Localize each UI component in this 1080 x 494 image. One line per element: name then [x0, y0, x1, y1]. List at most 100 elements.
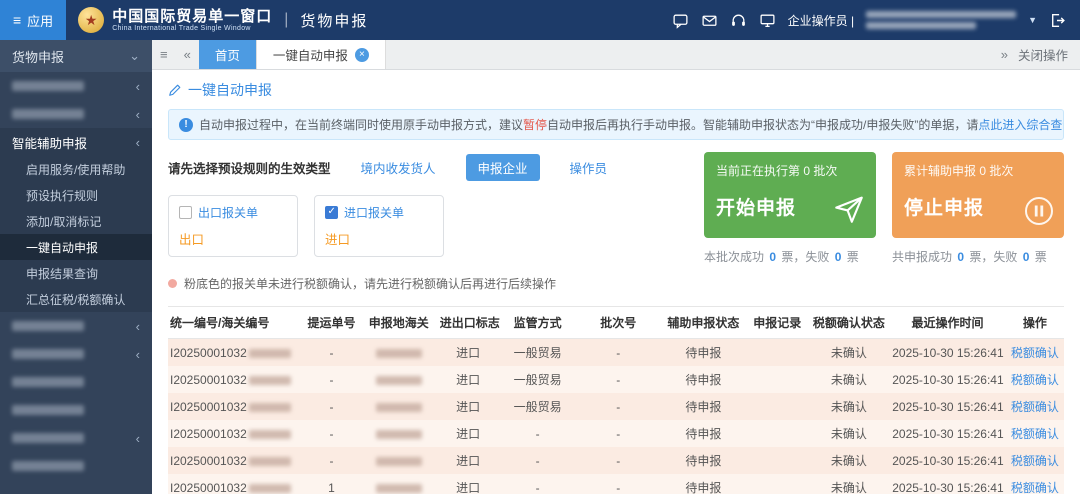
- tab-one-click-auto-declare[interactable]: 一键自动申报 ×: [256, 40, 386, 69]
- paper-plane-icon: [832, 192, 866, 226]
- chevron-left-icon: ‹: [136, 347, 140, 362]
- pause-emphasis: 暂停: [523, 118, 547, 132]
- option-domestic-consignee[interactable]: 境内收发货人: [361, 158, 436, 177]
- page-title: 一键自动申报: [168, 80, 1064, 100]
- import-tag: 进口: [325, 229, 433, 248]
- sidebar-subitem[interactable]: 申报结果查询: [0, 260, 152, 286]
- redacted-customs-name: [376, 457, 422, 466]
- tab-home-label: 首页: [215, 45, 240, 64]
- redacted-id-suffix: [249, 349, 291, 358]
- content: 一键自动申报 ! 自动申报过程中，在当前终端同时使用原手动申报方式，建议暂停自动…: [152, 70, 1080, 494]
- sidebar-item-redacted[interactable]: ‹: [0, 100, 152, 128]
- column-header: 提运单号: [302, 307, 360, 339]
- export-declaration-card[interactable]: 出口报关单 出口: [168, 195, 298, 257]
- table-row: I20250001032-进口一般贸易-待申报未确认2025-10-30 15:…: [168, 339, 1064, 367]
- redacted-label: [12, 405, 84, 415]
- mail-icon[interactable]: [701, 12, 718, 29]
- sidebar-subitem[interactable]: 启用服务/使用帮助: [0, 156, 152, 182]
- apps-button[interactable]: ≡ 应用: [0, 0, 66, 40]
- chevron-down-icon: ⌄: [129, 48, 140, 64]
- tab-current-label: 一键自动申报: [273, 45, 348, 64]
- sidebar-subitem[interactable]: 预设执行规则: [0, 182, 152, 208]
- brand-title: 中国国际贸易单一窗口: [112, 9, 272, 25]
- redacted-label: [12, 349, 84, 359]
- sidebar-header-cargo-declaration[interactable]: 货物申报 ⌄: [0, 40, 152, 72]
- redacted-id-suffix: [249, 457, 291, 466]
- sidebar-header-label: 货物申报: [12, 47, 64, 66]
- chevron-left-icon: ‹: [136, 431, 140, 446]
- tax-confirm-link[interactable]: 税额确认: [1011, 400, 1059, 414]
- caret-down-icon[interactable]: ▼: [1028, 15, 1037, 25]
- close-tab-icon[interactable]: ×: [355, 48, 369, 62]
- column-header: 操作: [1006, 307, 1064, 339]
- sidebar-subitem[interactable]: 一键自动申报: [0, 234, 152, 260]
- redacted-customs-name: [376, 430, 422, 439]
- sidebar-item-redacted[interactable]: ‹: [0, 424, 152, 452]
- pause-icon: [1024, 196, 1054, 226]
- comprehensive-query-link[interactable]: 点此进入综合查询: [978, 118, 1064, 132]
- export-checkbox[interactable]: [179, 206, 192, 219]
- scroll-tabs-left-icon[interactable]: «: [176, 40, 199, 69]
- redacted-label: [12, 321, 84, 331]
- chevron-left-icon: ‹: [136, 135, 140, 150]
- sidebar-item-redacted[interactable]: ‹: [0, 312, 152, 340]
- column-header: 辅助申报状态: [661, 307, 746, 339]
- rule-type-row: 请先选择预设规则的生效类型 境内收发货人 申报企业 操作员: [168, 154, 688, 181]
- sidebar-menu: ‹‹智能辅助申报‹启用服务/使用帮助预设执行规则添加/取消标记一键自动申报申报结…: [0, 72, 152, 480]
- notice-text: 自动申报过程中，在当前终端同时使用原手动申报方式，建议暂停自动申报后再执行手动申…: [199, 116, 1064, 133]
- pink-note-text: 粉底色的报关单未进行税额确认，请先进行税额确认后再进行后续操作: [184, 275, 556, 292]
- sidebar-item-redacted[interactable]: ‹: [0, 340, 152, 368]
- app-window: ≡ 应用 ★ 中国国际贸易单一窗口 China International Tr…: [0, 0, 1080, 494]
- menu-icon: ≡: [13, 12, 21, 28]
- tax-confirm-link[interactable]: 税额确认: [1011, 427, 1059, 441]
- sidebar-subitem[interactable]: 添加/取消标记: [0, 208, 152, 234]
- export-card-label: 出口报关单: [198, 204, 258, 221]
- pink-row-note: 粉底色的报关单未进行税额确认，请先进行税额确认后再进行后续操作: [168, 275, 688, 292]
- sidebar-subitem[interactable]: 汇总征税/税额确认: [0, 286, 152, 312]
- column-header: 监管方式: [500, 307, 576, 339]
- sidebar-item-redacted[interactable]: [0, 368, 152, 396]
- tab-home[interactable]: 首页: [199, 40, 256, 69]
- monitor-icon[interactable]: [759, 12, 776, 29]
- tax-confirm-link[interactable]: 税额确认: [1011, 454, 1059, 468]
- current-batch-status: 当前正在执行第 0 批次: [716, 162, 864, 179]
- import-declaration-card[interactable]: 进口报关单 进口: [314, 195, 444, 257]
- sidebar-item-redacted[interactable]: [0, 396, 152, 424]
- import-checkbox-checked[interactable]: [325, 206, 338, 219]
- tax-confirm-link[interactable]: 税额确认: [1011, 373, 1059, 387]
- table-row: I20250001032-进口一般贸易-待申报未确认2025-10-30 15:…: [168, 393, 1064, 420]
- redacted-id-suffix: [249, 484, 291, 493]
- redacted-label: [12, 433, 84, 443]
- stop-declare-button[interactable]: 累计辅助申报 0 批次 停止申报: [892, 152, 1064, 238]
- total-result-stats: 共申报成功 0 票，失败 0 票: [892, 248, 1064, 265]
- sidebar-item-redacted[interactable]: ‹: [0, 72, 152, 100]
- redacted-customs-name: [376, 349, 422, 358]
- tab-list-icon[interactable]: ≡: [152, 40, 176, 69]
- declaration-type-cards: 出口报关单 出口 进口报关单 进口: [168, 195, 688, 257]
- single-window-logo-icon: ★: [78, 7, 104, 33]
- table-header-row: 统一编号/海关编号提运单号申报地海关进出口标志监管方式批次号辅助申报状态申报记录…: [168, 307, 1064, 339]
- headset-icon[interactable]: [730, 12, 747, 29]
- page-title-label: 一键自动申报: [188, 80, 272, 100]
- chevron-left-icon: ‹: [136, 107, 140, 122]
- tax-confirm-link[interactable]: 税额确认: [1011, 481, 1059, 494]
- logout-icon[interactable]: [1049, 12, 1066, 29]
- option-operator[interactable]: 操作员: [570, 158, 608, 177]
- edit-icon: [168, 83, 182, 97]
- start-declare-button[interactable]: 当前正在执行第 0 批次 开始申报: [704, 152, 876, 238]
- sidebar-item-redacted[interactable]: [0, 452, 152, 480]
- option-declaring-enterprise-selected[interactable]: 申报企业: [466, 154, 540, 181]
- table-body: I20250001032-进口一般贸易-待申报未确认2025-10-30 15:…: [168, 339, 1064, 494]
- table-row: I20250001032-进口一般贸易-待申报未确认2025-10-30 15:…: [168, 366, 1064, 393]
- tax-confirm-link[interactable]: 税额确认: [1011, 346, 1059, 360]
- message-icon[interactable]: [672, 12, 689, 29]
- close-operations-button[interactable]: 关闭操作: [1016, 40, 1080, 69]
- pink-dot-icon: [168, 279, 177, 288]
- redacted-id-suffix: [249, 403, 291, 412]
- table-row: I20250001032-进口--待申报未确认2025-10-30 15:26:…: [168, 420, 1064, 447]
- redacted-customs-name: [376, 403, 422, 412]
- scroll-tabs-right-icon[interactable]: »: [993, 40, 1016, 69]
- control-section: 请先选择预设规则的生效类型 境内收发货人 申报企业 操作员 出口报关单: [168, 152, 1064, 292]
- sidebar-group-smart-assist-declare[interactable]: 智能辅助申报‹: [0, 128, 152, 156]
- apps-button-label: 应用: [27, 11, 53, 30]
